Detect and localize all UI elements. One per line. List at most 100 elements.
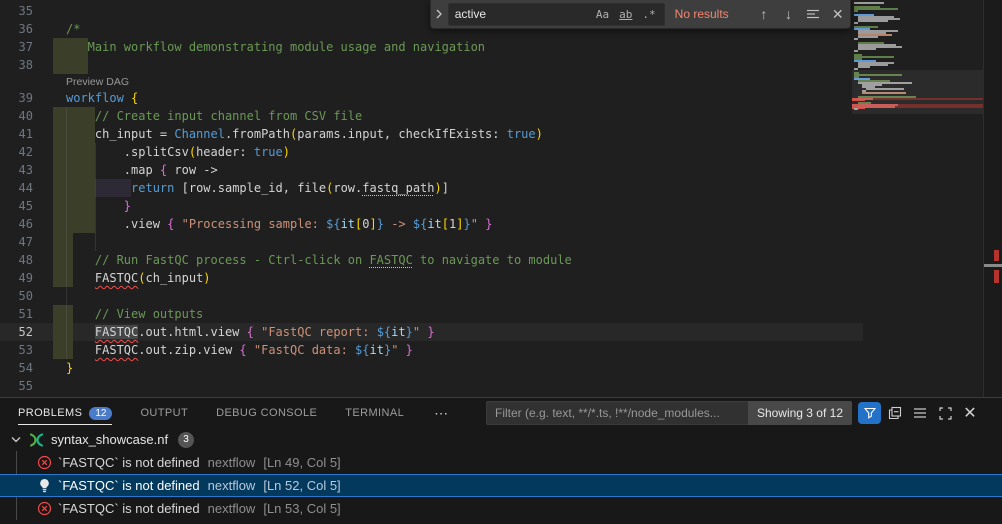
problem-source: nextflow <box>208 455 256 470</box>
find-next-button[interactable]: ↓ <box>776 3 801 25</box>
problem-item[interactable]: `FASTQC` is not definednextflow[Ln 52, C… <box>0 474 1002 497</box>
whitespace-highlight <box>53 107 95 125</box>
indent-guide <box>66 251 67 269</box>
overview-ruler[interactable] <box>983 0 1002 397</box>
code-line[interactable]: 42 .splitCsv(header: true) <box>0 143 983 161</box>
indent-guide <box>95 233 96 251</box>
indent-guide <box>66 197 67 215</box>
line-number: 40 <box>0 107 46 125</box>
line-number: 41 <box>0 125 46 143</box>
line-number: 48 <box>0 251 46 269</box>
indent-guide <box>95 197 96 215</box>
whitespace-highlight <box>53 143 95 161</box>
problem-location: [Ln 53, Col 5] <box>263 501 340 516</box>
whitespace-highlight <box>53 125 95 143</box>
indent-guide <box>95 161 96 179</box>
line-number: 42 <box>0 143 46 161</box>
problems-file-header[interactable]: syntax_showcase.nf3 <box>0 428 1002 451</box>
code-line[interactable]: 46 .view { "Processing sample: ${it[0]} … <box>0 215 983 233</box>
problem-item[interactable]: `FASTQC` is not definednextflow[Ln 53, C… <box>0 497 1002 520</box>
tab-output[interactable]: OUTPUT <box>140 398 188 428</box>
code-line[interactable]: 44 return [row.sample_id, file(row.fastq… <box>0 179 983 197</box>
indent-guide <box>66 323 67 341</box>
find-input[interactable]: active Aa ab .* <box>448 3 665 26</box>
minimap-slider[interactable] <box>852 70 983 114</box>
indent-guide <box>66 269 67 287</box>
indent-guide <box>95 143 96 161</box>
tab-problems[interactable]: PROBLEMS 12 <box>18 398 112 428</box>
indent-guide <box>66 161 67 179</box>
indent-guide <box>66 233 67 251</box>
line-number: 54 <box>0 359 46 377</box>
code-line[interactable]: 55 <box>0 377 983 395</box>
code-line[interactable]: 53 FASTQC.out.zip.view { "FastQC data: $… <box>0 341 983 359</box>
line-number: 43 <box>0 161 46 179</box>
filter-icon[interactable] <box>858 402 881 424</box>
indent-guide <box>66 179 67 197</box>
maximize-panel-icon[interactable] <box>934 402 956 424</box>
problem-item[interactable]: `FASTQC` is not definednextflow[Ln 49, C… <box>0 451 1002 474</box>
more-actions-icon[interactable]: ⋯ <box>434 405 448 422</box>
line-number: 49 <box>0 269 46 287</box>
code-line[interactable]: 43 .map { row -> <box>0 161 983 179</box>
whitespace-highlight <box>53 251 73 269</box>
code-line[interactable]: 51 // View outputs <box>0 305 983 323</box>
toggle-replace-chevron-icon[interactable] <box>431 0 448 28</box>
code-line[interactable]: 50 <box>0 287 983 305</box>
collapse-all-icon[interactable] <box>884 402 906 424</box>
view-as-table-icon[interactable] <box>909 402 931 424</box>
line-number: 53 <box>0 341 46 359</box>
code-line[interactable]: 49 FASTQC(ch_input) <box>0 269 983 287</box>
code-lens-preview-dag[interactable]: Preview DAG <box>66 76 129 88</box>
whitespace-highlight <box>53 161 95 179</box>
find-in-selection-icon[interactable] <box>801 3 826 25</box>
indent-guide <box>66 341 67 359</box>
find-status: No results <box>675 7 752 21</box>
regex-icon[interactable]: .* <box>638 7 659 22</box>
whitespace-highlight <box>53 179 95 197</box>
code-line[interactable]: 45 } <box>0 197 983 215</box>
code-line[interactable]: 41 ch_input = Channel.fromPath(params.in… <box>0 125 983 143</box>
tab-debug-console[interactable]: DEBUG CONSOLE <box>216 398 317 428</box>
code-line[interactable]: 47 <box>0 233 983 251</box>
panel-tab-bar: PROBLEMS 12 OUTPUT DEBUG CONSOLE TERMINA… <box>0 398 1002 428</box>
match-case-icon[interactable]: Aa <box>592 7 613 22</box>
indent-guide <box>66 143 67 161</box>
indent-guide <box>66 305 67 323</box>
error-marker <box>994 250 999 261</box>
problem-location: [Ln 52, Col 5] <box>263 478 340 493</box>
code-line[interactable]: 52 FASTQC.out.html.view { "FastQC report… <box>0 323 983 341</box>
indent-highlight <box>95 179 131 197</box>
whitespace-highlight <box>53 269 73 287</box>
line-number: 46 <box>0 215 46 233</box>
filter-input[interactable]: Filter (e.g. text, **/*.ts, !**/node_mod… <box>486 401 748 425</box>
whitespace-highlight <box>53 38 88 56</box>
indent-guide <box>66 215 67 233</box>
line-number: 51 <box>0 305 46 323</box>
problem-message: `FASTQC` is not defined <box>58 455 200 470</box>
find-widget: active Aa ab .* No results ↑ ↓ ✕ <box>430 0 851 29</box>
minimap[interactable] <box>852 2 983 122</box>
code-line[interactable]: 40 // Create input channel from CSV file <box>0 107 983 125</box>
code-editor[interactable]: 3536/*37 * Main workflow demonstrating m… <box>0 0 1002 397</box>
problems-filter: Filter (e.g. text, **/*.ts, !**/node_mod… <box>486 401 852 425</box>
whole-word-icon[interactable]: ab <box>615 7 636 22</box>
showing-count: Showing 3 of 12 <box>748 401 852 425</box>
whitespace-highlight <box>53 233 73 251</box>
line-number: 45 <box>0 197 46 215</box>
indent-guide <box>66 125 67 143</box>
code-line[interactable]: 39workflow { <box>0 89 983 107</box>
code-line[interactable]: 54} <box>0 359 983 377</box>
find-close-icon[interactable]: ✕ <box>825 3 850 25</box>
find-previous-button[interactable]: ↑ <box>752 3 777 25</box>
whitespace-highlight <box>53 323 73 341</box>
code-line[interactable]: 48 // Run FastQC process - Ctrl-click on… <box>0 251 983 269</box>
code-line[interactable]: 37 * Main workflow demonstrating module … <box>0 38 983 56</box>
tab-terminal[interactable]: TERMINAL <box>345 398 404 428</box>
chevron-down-icon[interactable] <box>8 436 24 443</box>
line-number: 35 <box>0 2 46 20</box>
close-panel-icon[interactable]: ✕ <box>959 402 981 424</box>
find-query[interactable]: active <box>455 7 590 21</box>
code-line[interactable]: 38 */ <box>0 56 983 74</box>
line-number: 44 <box>0 179 46 197</box>
